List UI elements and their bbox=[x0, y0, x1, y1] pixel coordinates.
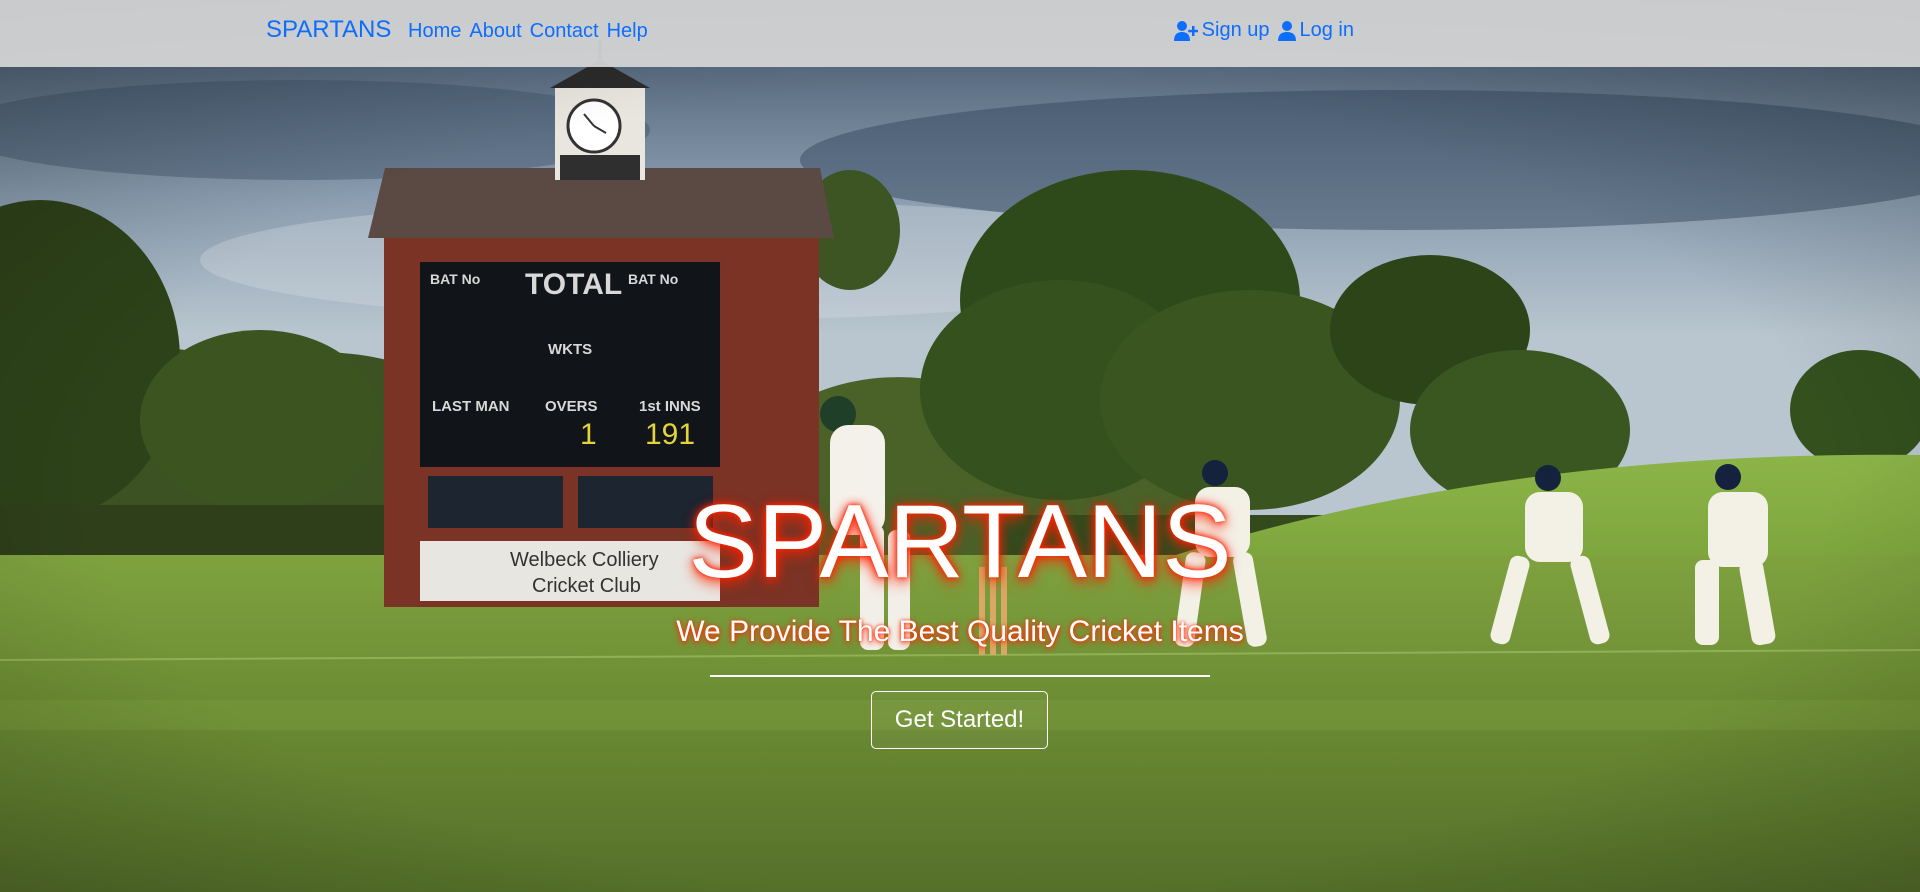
user-icon bbox=[1277, 20, 1296, 41]
hero-subtitle: We Provide The Best Quality Cricket Item… bbox=[676, 615, 1244, 648]
nav-links: Home About Contact Help bbox=[408, 20, 648, 43]
nav-link-home[interactable]: Home bbox=[408, 20, 461, 43]
signup-label: Sign up bbox=[1201, 19, 1270, 41]
login-label: Log in bbox=[1299, 19, 1355, 41]
brand-link[interactable]: SPARTANS bbox=[266, 16, 391, 44]
get-started-button[interactable]: Get Started! bbox=[871, 691, 1048, 749]
user-plus-icon bbox=[1173, 20, 1198, 41]
login-link[interactable]: Log in bbox=[1277, 19, 1355, 42]
nav-link-contact[interactable]: Contact bbox=[530, 20, 599, 43]
hero-title: SPARTANS bbox=[688, 484, 1232, 600]
landing-page: BAT No TOTAL BAT No WKTS LAST MAN OVERS … bbox=[0, 0, 1920, 892]
signup-link[interactable]: Sign up bbox=[1173, 19, 1270, 42]
auth-links: Sign up Log in bbox=[1173, 19, 1355, 42]
hero-section: SPARTANS We Provide The Best Quality Cri… bbox=[0, 0, 1920, 892]
top-navbar: SPARTANS Home About Contact Help Sign up bbox=[0, 0, 1920, 67]
hero-divider bbox=[710, 675, 1210, 677]
nav-link-about[interactable]: About bbox=[469, 20, 521, 43]
nav-link-help[interactable]: Help bbox=[607, 20, 648, 43]
